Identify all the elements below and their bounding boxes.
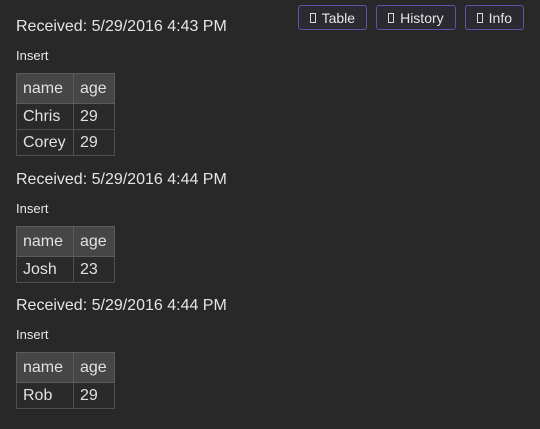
table-icon <box>309 12 316 23</box>
cell-name: Josh <box>16 256 74 283</box>
table-button[interactable]: Table <box>297 5 368 30</box>
table-header-row: name age <box>16 352 115 383</box>
message-log: Received: 5/29/2016 4:43 PM Insert name … <box>16 0 227 409</box>
history-button[interactable]: History <box>376 5 456 30</box>
operation-label: Insert <box>16 201 49 216</box>
column-header-name: name <box>16 226 74 257</box>
column-header-name: name <box>16 73 74 104</box>
table-row: Chris 29 <box>16 103 115 130</box>
column-header-age: age <box>73 352 115 383</box>
record-table: name age Josh 23 <box>16 226 115 283</box>
table-row: Rob 29 <box>16 382 115 409</box>
received-timestamp: Received: 5/29/2016 4:44 PM <box>16 171 227 188</box>
table-header-row: name age <box>16 73 115 104</box>
history-button-label: History <box>400 9 444 26</box>
operation-label: Insert <box>16 48 49 63</box>
cell-name: Rob <box>16 382 74 409</box>
cell-age: 29 <box>73 103 115 130</box>
info-button[interactable]: Info <box>464 5 524 30</box>
table-row: Corey 29 <box>16 129 115 156</box>
table-button-label: Table <box>321 9 356 26</box>
record-table: name age Rob 29 <box>16 352 115 409</box>
column-header-age: age <box>73 73 115 104</box>
cell-age: 23 <box>73 256 115 283</box>
message-entry: Received: 5/29/2016 4:44 PM Insert name … <box>16 170 227 283</box>
info-button-label: Info <box>488 9 512 26</box>
cell-name: Corey <box>16 129 74 156</box>
cell-age: 29 <box>73 382 115 409</box>
message-entry: Received: 5/29/2016 4:44 PM Insert name … <box>16 296 227 409</box>
operation-label: Insert <box>16 327 49 342</box>
record-table: name age Chris 29 Corey 29 <box>16 73 115 156</box>
received-timestamp: Received: 5/29/2016 4:43 PM <box>16 18 227 35</box>
received-timestamp: Received: 5/29/2016 4:44 PM <box>16 297 227 314</box>
page: Table History Info Received: 5/29/2016 4… <box>0 0 540 429</box>
column-header-age: age <box>73 226 115 257</box>
message-entry: Received: 5/29/2016 4:43 PM Insert name … <box>16 0 227 156</box>
table-row: Josh 23 <box>16 256 115 283</box>
info-icon <box>476 12 483 23</box>
cell-age: 29 <box>73 129 115 156</box>
column-header-name: name <box>16 352 74 383</box>
cell-name: Chris <box>16 103 74 130</box>
table-header-row: name age <box>16 226 115 257</box>
toolbar: Table History Info <box>297 5 524 30</box>
history-icon <box>388 12 395 23</box>
